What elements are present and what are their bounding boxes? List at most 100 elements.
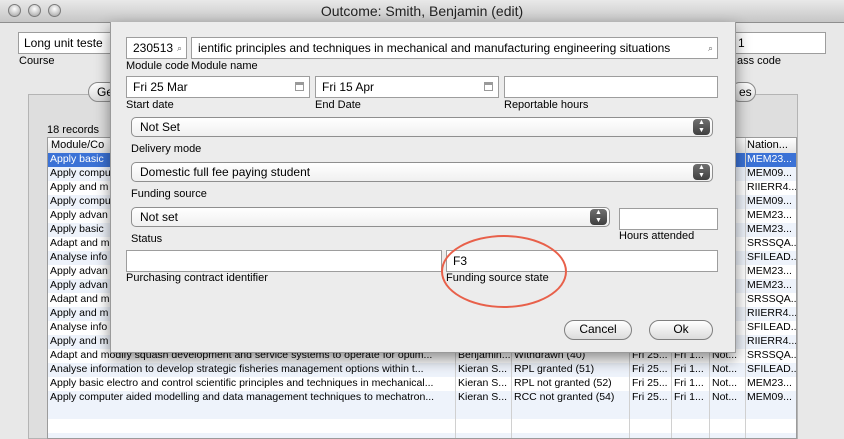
cancel-button[interactable]: Cancel (564, 320, 632, 340)
column-divider (745, 138, 746, 438)
up-down-arrows-icon: ▲ ▼ (590, 209, 607, 225)
hours-cell: Not... (712, 363, 738, 375)
empty-table-row (48, 419, 796, 433)
table-row[interactable]: Analyse information to develop strategic… (48, 363, 796, 377)
hours-attended-field[interactable] (619, 208, 718, 230)
national-code-cell: RIIERR4... (747, 307, 797, 319)
national-code-cell: SFILEAD... (747, 321, 797, 333)
national-code-cell: SFILEAD... (747, 363, 797, 375)
start-date-label: Start date (126, 99, 174, 111)
national-code-cell: MEM23... (747, 223, 792, 235)
end-date-field[interactable]: Fri 15 Apr (315, 76, 499, 98)
module-name-field[interactable]: ientific principles and techniques in me… (191, 37, 718, 59)
start-date-value: Fri 25 Mar (133, 80, 188, 94)
module-cell: Apply and m (50, 335, 109, 347)
national-code-cell: RIIERR4... (747, 335, 797, 347)
up-down-arrows-icon: ▲ ▼ (693, 164, 710, 180)
class-code-label: ass code (737, 55, 782, 67)
module-cell: Apply and m (50, 181, 109, 193)
student-cell: Kieran S... (458, 363, 508, 375)
national-code-cell: MEM09... (747, 167, 792, 179)
start-date-field[interactable]: Fri 25 Mar (126, 76, 310, 98)
class-code-field[interactable]: 1 (732, 32, 826, 54)
module-cell: Apply advan (50, 279, 108, 291)
module-name-value: ientific principles and techniques in me… (198, 41, 671, 55)
national-code-cell: MEM09... (747, 391, 792, 403)
module-cell: Apply basic (50, 223, 104, 235)
end-date-cell: Fri 1... (674, 363, 704, 375)
outcome-status-cell: RCC not granted (54) (514, 391, 615, 403)
status-select[interactable]: Not set ▲ ▼ (131, 207, 610, 227)
national-code-cell: SRSSQA... (747, 293, 797, 305)
student-cell: Kieran S... (458, 377, 508, 389)
outcome-status-cell: RPL not granted (52) (514, 377, 612, 389)
calendar-icon[interactable] (484, 82, 493, 91)
module-cell: Apply compu (50, 167, 111, 179)
lookup-icon[interactable]: ⌕ (708, 43, 713, 54)
purchasing-contract-label: Purchasing contract identifier (126, 272, 268, 284)
national-code-cell: MEM23... (747, 265, 792, 277)
funding-source-select[interactable]: Domestic full fee paying student ▲ ▼ (131, 162, 713, 182)
national-code-cell: SRSSQA... (747, 349, 797, 361)
hours-cell: Not... (712, 377, 738, 389)
module-cell: Apply basic (50, 153, 104, 165)
table-row[interactable]: Apply basic electro and control scientif… (48, 377, 796, 391)
end-date-cell: Fri 1... (674, 391, 704, 403)
column-header-national[interactable]: Nation... (747, 139, 788, 151)
end-date-label: End Date (315, 99, 361, 111)
course-field[interactable]: Long unit teste (18, 32, 114, 54)
module-code-label: Module code (126, 60, 189, 72)
window-title: Outcome: Smith, Benjamin (edit) (320, 3, 524, 19)
purchasing-contract-field[interactable] (126, 250, 442, 272)
start-date-cell: Fri 25... (632, 391, 668, 403)
delivery-mode-value: Not Set (140, 120, 181, 134)
hours-cell: Not... (712, 391, 738, 403)
reportable-hours-label: Reportable hours (504, 99, 589, 111)
national-code-cell: MEM23... (747, 153, 792, 165)
national-code-cell: RIIERR4... (747, 181, 797, 193)
student-cell: Kieran S... (458, 391, 508, 403)
module-cell: Analyse info (50, 251, 108, 263)
national-code-cell: MEM23... (747, 209, 792, 221)
module-cell: Apply basic electro and control scientif… (50, 377, 434, 389)
ok-button[interactable]: Ok (649, 320, 713, 340)
module-cell: Apply compu (50, 195, 111, 207)
empty-table-row (48, 433, 796, 438)
national-code-cell: SFILEAD... (747, 251, 797, 263)
module-cell: Apply and m (50, 307, 109, 319)
edit-outcome-sheet: 230513 ⌕ ientific principles and techniq… (110, 22, 736, 353)
module-cell: Analyse info (50, 321, 108, 333)
module-code-value: 230513 (133, 41, 174, 55)
up-down-arrows-icon: ▲ ▼ (693, 119, 710, 135)
calendar-icon[interactable] (295, 82, 304, 91)
status-label: Status (131, 233, 163, 245)
outcome-status-cell: RPL granted (51) (514, 363, 595, 375)
national-code-cell: MEM23... (747, 377, 792, 389)
module-cell: Analyse information to develop strategic… (50, 363, 424, 375)
module-cell: Apply advan (50, 265, 108, 277)
status-value: Not set (140, 210, 179, 224)
funding-source-value: Domestic full fee paying student (140, 165, 311, 179)
hours-attended-label: Hours attended (619, 230, 695, 242)
table-row[interactable]: Apply computer aided modelling and data … (48, 391, 796, 405)
end-date-cell: Fri 1... (674, 377, 704, 389)
funding-source-label: Funding source (131, 188, 207, 200)
delivery-mode-label: Delivery mode (131, 143, 202, 155)
end-date-value: Fri 15 Apr (322, 80, 375, 94)
records-count: 18 records (47, 124, 99, 136)
course-label: Course (19, 55, 55, 67)
national-code-cell: MEM09... (747, 195, 792, 207)
module-code-field[interactable]: 230513 ⌕ (126, 37, 187, 59)
reportable-hours-field[interactable] (504, 76, 718, 98)
start-date-cell: Fri 25... (632, 363, 668, 375)
module-cell: Adapt and m (50, 293, 110, 305)
start-date-cell: Fri 25... (632, 377, 668, 389)
window-titlebar: Outcome: Smith, Benjamin (edit) (0, 0, 844, 23)
national-code-cell: SRSSQA... (747, 237, 797, 249)
column-header-module[interactable]: Module/Co (51, 139, 104, 151)
lookup-icon[interactable]: ⌕ (177, 43, 182, 54)
empty-table-row (48, 405, 796, 419)
delivery-mode-select[interactable]: Not Set ▲ ▼ (131, 117, 713, 137)
national-code-cell: MEM23... (747, 279, 792, 291)
annotation-circle (441, 235, 567, 308)
